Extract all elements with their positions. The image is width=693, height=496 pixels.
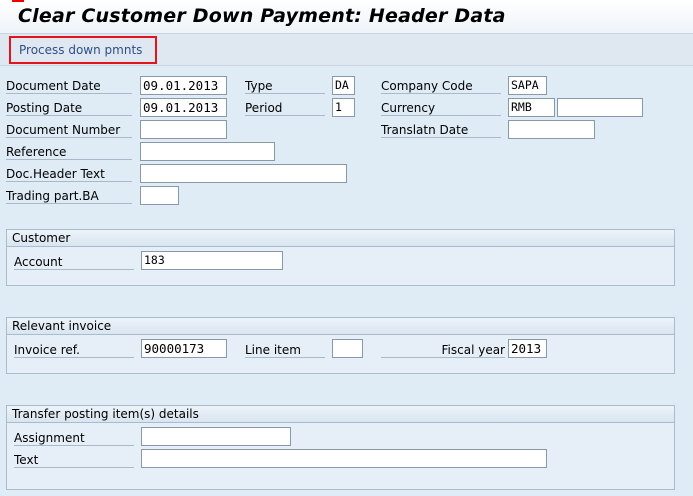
document-date-field[interactable]: 09.01.2013 [140, 76, 227, 95]
title-accent [12, 0, 24, 2]
transfer-posting-group-title: Transfer posting item(s) details [7, 406, 674, 423]
page-title: Clear Customer Down Payment: Header Data [18, 5, 506, 27]
title-bar: Clear Customer Down Payment: Header Data [0, 0, 693, 34]
period-label: Period [245, 101, 325, 116]
line-item-label: Line item [245, 343, 325, 358]
reference-label: Reference [6, 145, 132, 160]
assignment-field[interactable] [141, 427, 291, 446]
reference-field[interactable] [140, 142, 275, 161]
exchange-rate-field[interactable] [557, 98, 643, 117]
doc-header-text-label: Doc.Header Text [6, 167, 132, 182]
transfer-posting-group: Transfer posting item(s) details [6, 405, 675, 490]
type-field[interactable]: DA [332, 76, 355, 95]
posting-date-field[interactable]: 09.01.2013 [140, 98, 227, 117]
currency-field[interactable]: RMB [508, 98, 555, 117]
posting-date-label: Posting Date [6, 101, 132, 116]
text-label: Text [14, 453, 134, 468]
trading-part-field[interactable] [140, 186, 179, 205]
invoice-ref-label: Invoice ref. [14, 343, 134, 358]
document-number-label: Document Number [6, 123, 132, 138]
type-label: Type [245, 79, 325, 94]
trading-part-label: Trading part.BA [6, 189, 132, 204]
document-date-label: Document Date [6, 79, 132, 94]
translatn-date-field[interactable] [508, 120, 595, 139]
assignment-label: Assignment [14, 431, 134, 446]
fiscal-year-label: Fiscal year [381, 343, 505, 358]
line-item-field[interactable] [332, 339, 363, 358]
fiscal-year-field[interactable]: 2013 [508, 339, 547, 358]
translatn-date-label: Translatn Date [381, 123, 501, 138]
process-down-payments-button[interactable]: Process down pmnts [9, 36, 157, 64]
application-toolbar: Process down pmnts [0, 34, 693, 66]
period-field[interactable]: 1 [332, 98, 355, 117]
company-code-field[interactable]: SAPA [508, 76, 547, 95]
text-field[interactable] [141, 449, 547, 468]
relevant-invoice-group-title: Relevant invoice [7, 318, 674, 335]
account-field[interactable]: 183 [141, 251, 283, 270]
account-label: Account [14, 255, 134, 270]
doc-header-text-field[interactable] [140, 164, 347, 183]
document-number-field[interactable] [140, 120, 227, 139]
currency-label: Currency [381, 101, 501, 116]
customer-group-title: Customer [7, 230, 674, 247]
invoice-ref-field[interactable]: 90000173 [141, 339, 227, 358]
company-code-label: Company Code [381, 79, 501, 94]
